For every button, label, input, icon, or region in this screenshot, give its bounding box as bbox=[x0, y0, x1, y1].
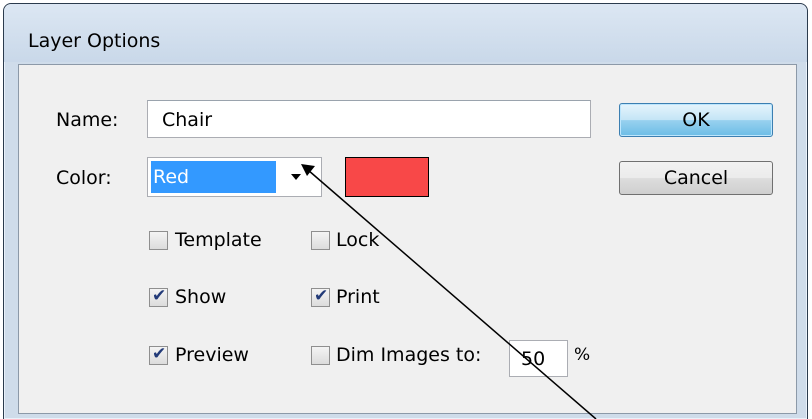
annotation-line bbox=[301, 164, 597, 419]
annotation-arrow-line bbox=[307, 169, 597, 419]
